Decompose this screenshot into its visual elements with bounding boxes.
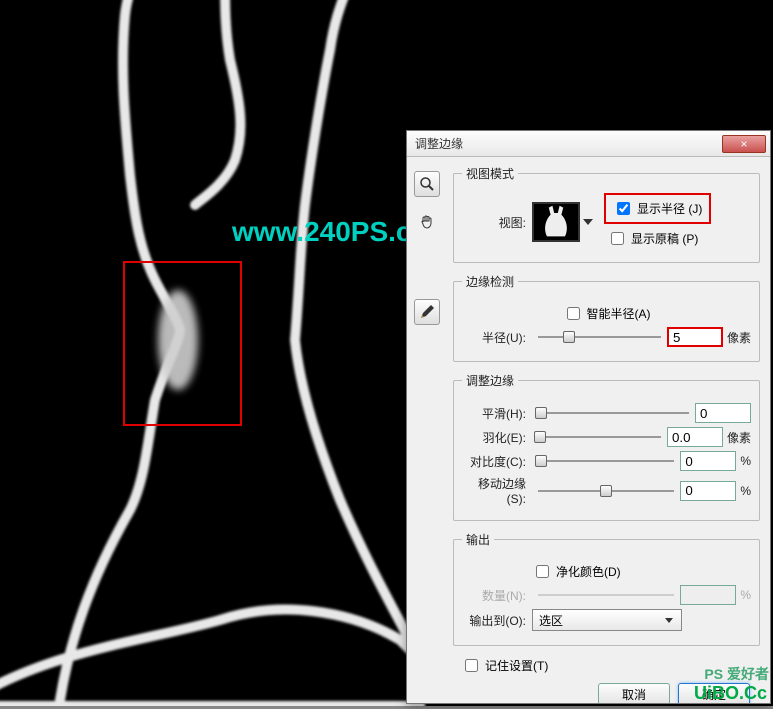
dialog-titlebar[interactable]: 调整边缘 × (407, 131, 770, 157)
edge-detect-group: 边缘检测 智能半径(A) 半径(U): 像素 (453, 273, 760, 362)
smart-radius-input[interactable] (567, 307, 580, 320)
tool-column (407, 157, 447, 703)
contrast-slider[interactable] (538, 452, 674, 470)
show-original-label: 显示原稿 (P) (631, 230, 698, 247)
smart-radius-label: 智能半径(A) (587, 305, 651, 322)
amount-label: 数量(N): (462, 587, 532, 604)
canvas-highlight-rect (123, 261, 242, 426)
radius-unit: 像素 (727, 329, 751, 346)
view-thumbnail[interactable] (532, 202, 580, 242)
decontaminate-checkbox[interactable]: 净化颜色(D) (532, 562, 621, 581)
hand-tool-button[interactable] (414, 209, 440, 235)
feather-unit: 像素 (727, 429, 751, 446)
decontaminate-input[interactable] (536, 565, 549, 578)
output-to-dropdown[interactable]: 选区 (532, 609, 682, 631)
dialog-title: 调整边缘 (415, 135, 722, 152)
zoom-icon (419, 176, 435, 192)
amount-slider (538, 586, 674, 604)
show-original-checkbox[interactable]: 显示原稿 (P) (607, 229, 708, 248)
hand-icon (419, 214, 435, 230)
feather-label: 羽化(E): (462, 429, 532, 446)
edge-detect-legend: 边缘检测 (462, 273, 518, 290)
remember-settings-input[interactable] (465, 659, 478, 672)
contrast-input[interactable] (680, 451, 736, 471)
adjust-edge-group: 调整边缘 平滑(H): 羽化(E): 像素 对比度(C): % (453, 372, 760, 521)
shift-edge-label: 移动边缘(S): (462, 475, 532, 506)
radius-input[interactable] (667, 327, 723, 347)
feather-slider[interactable] (538, 428, 661, 446)
radius-slider[interactable] (538, 328, 661, 346)
cancel-button[interactable]: 取消 (598, 683, 670, 703)
show-radius-input[interactable] (617, 202, 630, 215)
shift-edge-slider[interactable] (538, 482, 674, 500)
refine-brush-button[interactable] (414, 299, 440, 325)
smooth-label: 平滑(H): (462, 405, 532, 422)
output-to-label: 输出到(O): (462, 612, 532, 629)
radius-label: 半径(U): (462, 329, 532, 346)
output-legend: 输出 (462, 531, 494, 548)
contrast-label: 对比度(C): (462, 453, 532, 470)
amount-input (680, 585, 736, 605)
shift-edge-unit: % (740, 484, 751, 498)
shift-edge-input[interactable] (680, 481, 736, 501)
adjust-edge-legend: 调整边缘 (462, 372, 518, 389)
refine-edge-dialog: 调整边缘 × 视图模式 视图: (406, 130, 771, 704)
watermark-brand-2: UiBO.Cc (694, 683, 767, 704)
smooth-slider[interactable] (538, 404, 689, 422)
remember-settings-checkbox[interactable]: 记住设置(T) (461, 656, 548, 675)
show-radius-checkbox[interactable]: 显示半径 (J) (607, 196, 708, 221)
output-group: 输出 净化颜色(D) 数量(N): % 输出到(O): 选区 (453, 531, 760, 646)
refine-brush-icon (419, 304, 435, 320)
decontaminate-label: 净化颜色(D) (556, 563, 621, 580)
view-mode-group: 视图模式 视图: 显示半径 (J) 显示原稿 (P) (453, 165, 760, 263)
contrast-unit: % (740, 454, 751, 468)
show-radius-label: 显示半径 (J) (637, 200, 702, 217)
view-thumb-dropdown-icon[interactable] (583, 219, 593, 225)
smooth-input[interactable] (695, 403, 751, 423)
show-original-input[interactable] (611, 232, 624, 245)
amount-unit: % (740, 588, 751, 602)
view-mode-legend: 视图模式 (462, 165, 518, 182)
output-to-value: 选区 (539, 612, 563, 629)
close-icon: × (740, 137, 747, 151)
close-button[interactable]: × (722, 135, 766, 153)
zoom-tool-button[interactable] (414, 171, 440, 197)
view-label: 视图: (462, 214, 532, 231)
feather-input[interactable] (667, 427, 723, 447)
cancel-label: 取消 (622, 686, 646, 703)
smart-radius-checkbox[interactable]: 智能半径(A) (563, 304, 651, 323)
watermark-brand-1: PS 爱好者 (704, 664, 769, 684)
remember-settings-label: 记住设置(T) (485, 657, 548, 674)
